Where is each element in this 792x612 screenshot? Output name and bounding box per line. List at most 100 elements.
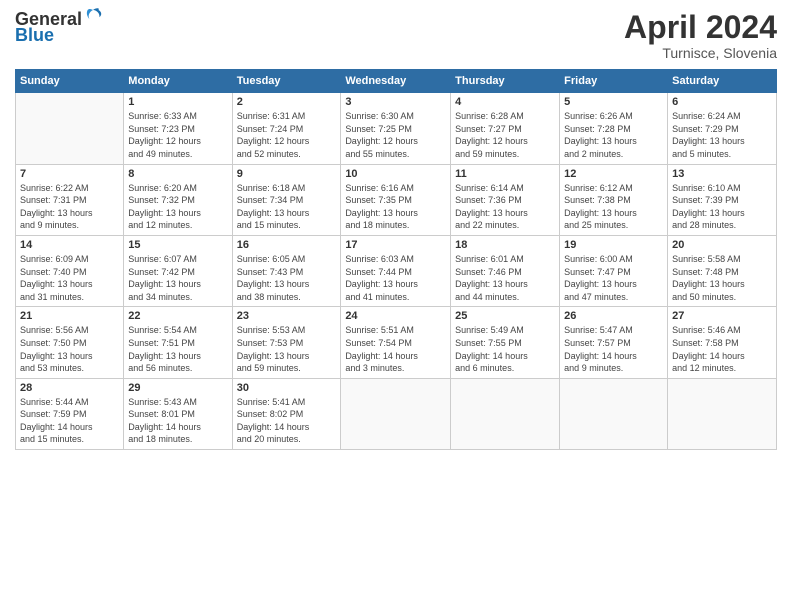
calendar-cell: 1 Sunrise: 6:33 AM Sunset: 7:23 PM Daylig…: [124, 93, 232, 164]
day-number: 19: [564, 239, 663, 251]
day-number: 15: [128, 239, 227, 251]
day-info: Sunrise: 6:12 AM Sunset: 7:38 PM Dayligh…: [564, 182, 663, 232]
main-container: General Blue April 2024 Turnisce, Sloven…: [0, 0, 792, 612]
day-info: Sunrise: 5:43 AM Sunset: 8:01 PM Dayligh…: [128, 396, 227, 446]
day-info: Sunrise: 5:51 AM Sunset: 7:54 PM Dayligh…: [345, 324, 446, 374]
col-friday: Friday: [560, 70, 668, 93]
calendar-cell: 4Sunrise: 6:28 AM Sunset: 7:27 PM Daylig…: [451, 93, 560, 164]
col-saturday: Saturday: [668, 70, 777, 93]
day-info: Sunrise: 5:56 AM Sunset: 7:50 PM Dayligh…: [20, 324, 119, 374]
day-info: Sunrise: 5:49 AM Sunset: 7:55 PM Dayligh…: [455, 324, 555, 374]
col-monday: Monday: [124, 70, 232, 93]
header: General Blue April 2024 Turnisce, Sloven…: [15, 10, 777, 61]
calendar-cell: 30 Sunrise: 5:41 AM Sunset: 8:02 PM Dayli…: [232, 378, 341, 449]
calendar-cell: 24 Sunrise: 5:51 AM Sunset: 7:54 PM Dayli…: [341, 307, 451, 378]
day-number: 18: [455, 239, 555, 251]
header-row: Sunday Monday Tuesday Wednesday Thursday…: [16, 70, 777, 93]
day-number: 2: [237, 96, 337, 108]
day-info: Sunrise: 6:00 AM Sunset: 7:47 PM Dayligh…: [564, 253, 663, 303]
day-info: Sunrise: 5:44 AM Sunset: 7:59 PM Dayligh…: [20, 396, 119, 446]
calendar-cell: 18 Sunrise: 6:01 AM Sunset: 7:46 PM Dayli…: [451, 235, 560, 306]
day-info: Sunrise: 6:33 AM Sunset: 7:23 PM Dayligh…: [128, 110, 227, 160]
day-number: 25: [455, 310, 555, 322]
calendar-cell: 28 Sunrise: 5:44 AM Sunset: 7:59 PM Dayli…: [16, 378, 124, 449]
day-number: 21: [20, 310, 119, 322]
calendar-cell: [16, 93, 124, 164]
calendar-cell: 27Sunrise: 5:46 AM Sunset: 7:58 PM Dayli…: [668, 307, 777, 378]
col-tuesday: Tuesday: [232, 70, 341, 93]
day-info: Sunrise: 6:05 AM Sunset: 7:43 PM Dayligh…: [237, 253, 337, 303]
calendar-cell: 15 Sunrise: 6:07 AM Sunset: 7:42 PM Dayli…: [124, 235, 232, 306]
day-info: Sunrise: 5:47 AM Sunset: 7:57 PM Dayligh…: [564, 324, 663, 374]
day-info: Sunrise: 5:54 AM Sunset: 7:51 PM Dayligh…: [128, 324, 227, 374]
day-number: 8: [128, 168, 227, 180]
day-number: 26: [564, 310, 663, 322]
day-info: Sunrise: 6:09 AM Sunset: 7:40 PM Dayligh…: [20, 253, 119, 303]
calendar-cell: 29 Sunrise: 5:43 AM Sunset: 8:01 PM Dayli…: [124, 378, 232, 449]
day-number: 29: [128, 382, 227, 394]
calendar-cell: 21 Sunrise: 5:56 AM Sunset: 7:50 PM Dayli…: [16, 307, 124, 378]
col-sunday: Sunday: [16, 70, 124, 93]
calendar-week-row: 28 Sunrise: 5:44 AM Sunset: 7:59 PM Dayli…: [16, 378, 777, 449]
day-number: 10: [345, 168, 446, 180]
calendar-cell: 10 Sunrise: 6:16 AM Sunset: 7:35 PM Dayli…: [341, 164, 451, 235]
logo-blue: Blue: [15, 26, 54, 46]
calendar-week-row: 21 Sunrise: 5:56 AM Sunset: 7:50 PM Dayli…: [16, 307, 777, 378]
day-number: 12: [564, 168, 663, 180]
calendar-cell: 3 Sunrise: 6:30 AM Sunset: 7:25 PM Daylig…: [341, 93, 451, 164]
day-number: 3: [345, 96, 446, 108]
day-info: Sunrise: 6:26 AM Sunset: 7:28 PM Dayligh…: [564, 110, 663, 160]
day-info: Sunrise: 6:10 AM Sunset: 7:39 PM Dayligh…: [672, 182, 772, 232]
day-number: 16: [237, 239, 337, 251]
calendar-cell: 20 Sunrise: 5:58 AM Sunset: 7:48 PM Dayli…: [668, 235, 777, 306]
day-number: 13: [672, 168, 772, 180]
day-number: 4: [455, 96, 555, 108]
day-info: Sunrise: 6:16 AM Sunset: 7:35 PM Dayligh…: [345, 182, 446, 232]
calendar-cell: 14 Sunrise: 6:09 AM Sunset: 7:40 PM Dayli…: [16, 235, 124, 306]
calendar-cell: 17Sunrise: 6:03 AM Sunset: 7:44 PM Dayli…: [341, 235, 451, 306]
location-subtitle: Turnisce, Slovenia: [624, 45, 777, 61]
calendar-cell: 7 Sunrise: 6:22 AM Sunset: 7:31 PM Daylig…: [16, 164, 124, 235]
calendar-cell: 19 Sunrise: 6:00 AM Sunset: 7:47 PM Dayli…: [560, 235, 668, 306]
day-info: Sunrise: 6:01 AM Sunset: 7:46 PM Dayligh…: [455, 253, 555, 303]
day-number: 14: [20, 239, 119, 251]
month-title: April 2024: [624, 10, 777, 45]
day-number: 28: [20, 382, 119, 394]
calendar-cell: 23Sunrise: 5:53 AM Sunset: 7:53 PM Dayli…: [232, 307, 341, 378]
calendar-cell: 2Sunrise: 6:31 AM Sunset: 7:24 PM Daylig…: [232, 93, 341, 164]
calendar-cell: 25 Sunrise: 5:49 AM Sunset: 7:55 PM Dayli…: [451, 307, 560, 378]
col-thursday: Thursday: [451, 70, 560, 93]
calendar-cell: 22 Sunrise: 5:54 AM Sunset: 7:51 PM Dayli…: [124, 307, 232, 378]
day-number: 24: [345, 310, 446, 322]
day-number: 30: [237, 382, 337, 394]
calendar-cell: 11 Sunrise: 6:14 AM Sunset: 7:36 PM Dayli…: [451, 164, 560, 235]
day-info: Sunrise: 6:22 AM Sunset: 7:31 PM Dayligh…: [20, 182, 119, 232]
calendar-cell: [668, 378, 777, 449]
calendar-cell: 8 Sunrise: 6:20 AM Sunset: 7:32 PM Daylig…: [124, 164, 232, 235]
day-number: 6: [672, 96, 772, 108]
day-info: Sunrise: 5:46 AM Sunset: 7:58 PM Dayligh…: [672, 324, 772, 374]
day-info: Sunrise: 5:41 AM Sunset: 8:02 PM Dayligh…: [237, 396, 337, 446]
day-info: Sunrise: 6:24 AM Sunset: 7:29 PM Dayligh…: [672, 110, 772, 160]
calendar-cell: [560, 378, 668, 449]
day-info: Sunrise: 6:14 AM Sunset: 7:36 PM Dayligh…: [455, 182, 555, 232]
logo-bird-icon: [84, 8, 102, 30]
calendar-cell: 9Sunrise: 6:18 AM Sunset: 7:34 PM Daylig…: [232, 164, 341, 235]
day-number: 7: [20, 168, 119, 180]
calendar-week-row: 14 Sunrise: 6:09 AM Sunset: 7:40 PM Dayli…: [16, 235, 777, 306]
calendar-cell: 12 Sunrise: 6:12 AM Sunset: 7:38 PM Dayli…: [560, 164, 668, 235]
day-number: 11: [455, 168, 555, 180]
calendar-cell: [341, 378, 451, 449]
day-number: 5: [564, 96, 663, 108]
day-number: 20: [672, 239, 772, 251]
calendar-week-row: 1 Sunrise: 6:33 AM Sunset: 7:23 PM Daylig…: [16, 93, 777, 164]
day-number: 23: [237, 310, 337, 322]
day-info: Sunrise: 6:07 AM Sunset: 7:42 PM Dayligh…: [128, 253, 227, 303]
day-number: 22: [128, 310, 227, 322]
day-info: Sunrise: 5:58 AM Sunset: 7:48 PM Dayligh…: [672, 253, 772, 303]
day-info: Sunrise: 6:20 AM Sunset: 7:32 PM Dayligh…: [128, 182, 227, 232]
col-wednesday: Wednesday: [341, 70, 451, 93]
title-block: April 2024 Turnisce, Slovenia: [624, 10, 777, 61]
day-number: 1: [128, 96, 227, 108]
day-info: Sunrise: 6:30 AM Sunset: 7:25 PM Dayligh…: [345, 110, 446, 160]
